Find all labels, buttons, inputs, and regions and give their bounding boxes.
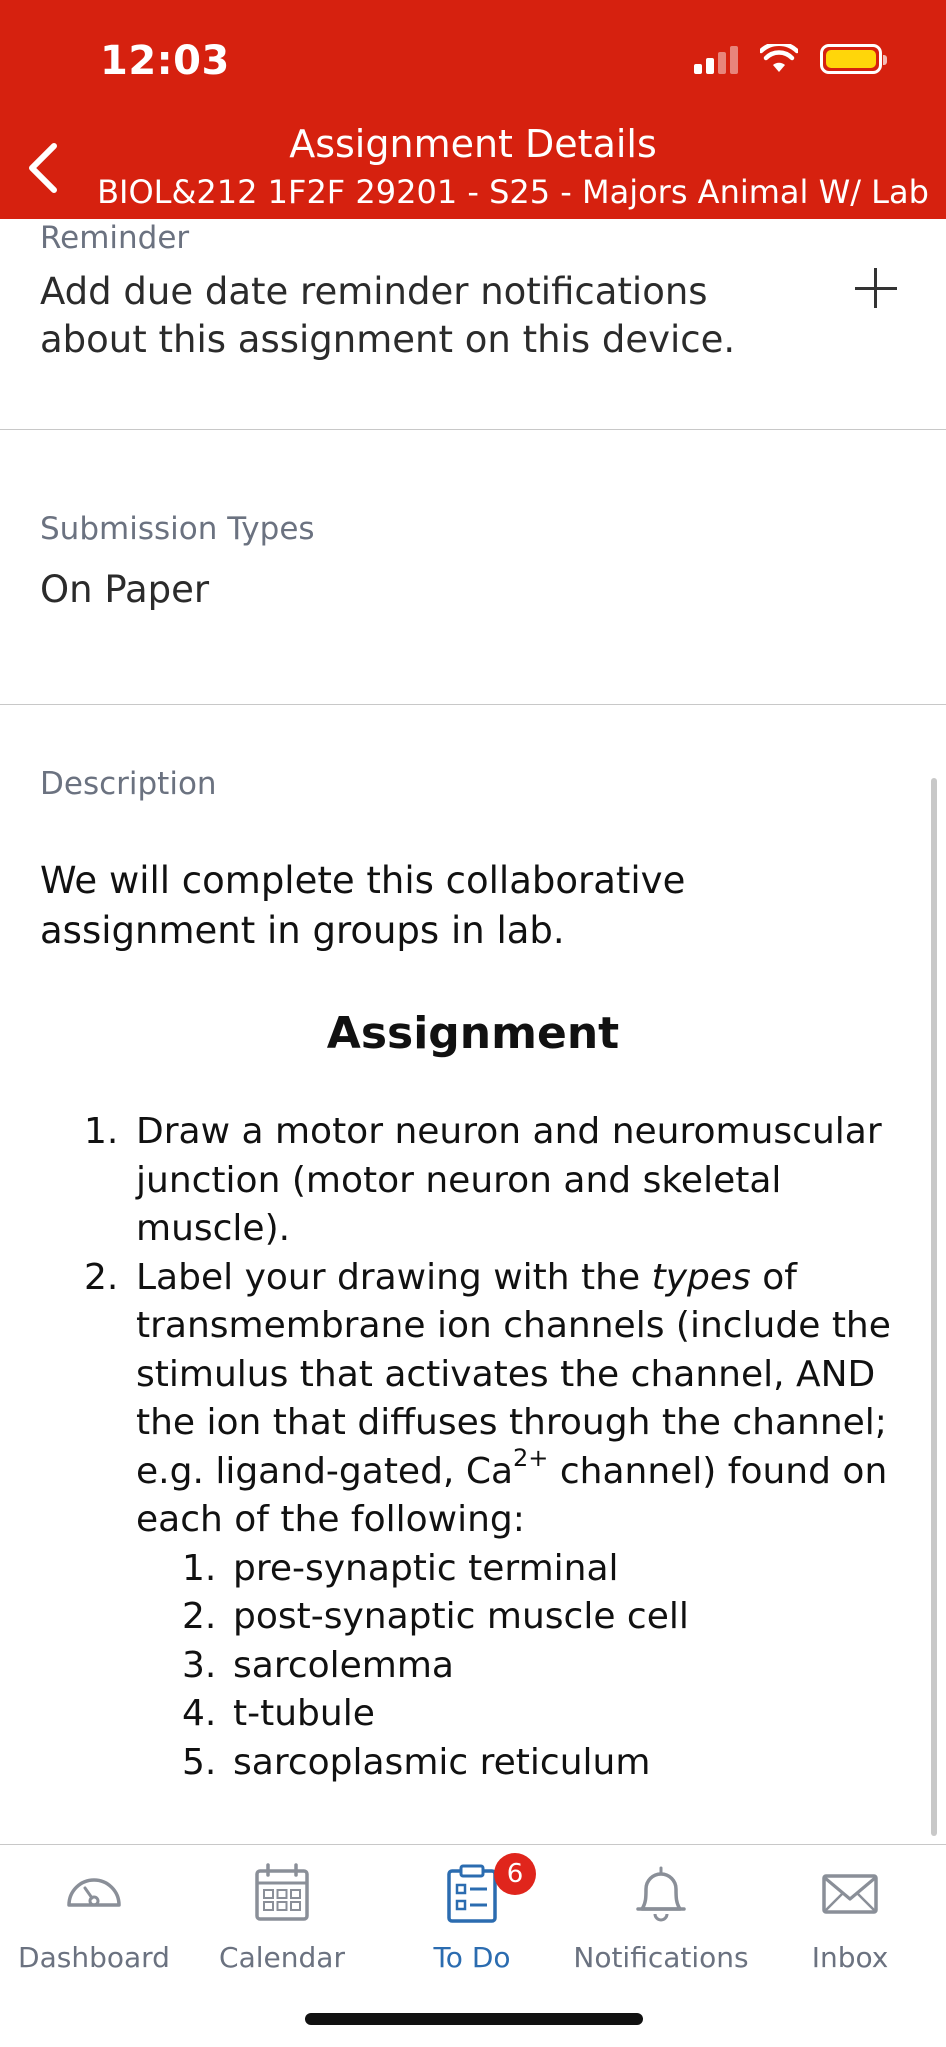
- superscript: 2+: [513, 1443, 549, 1472]
- course-subtitle: BIOL&212 1F2F 29201 - S25 - Majors Anima…: [97, 173, 929, 211]
- list-item-text: Draw a motor neuron and neuromuscular ju…: [136, 1111, 882, 1249]
- list-item-text: Label your drawing with the: [136, 1256, 652, 1298]
- sub-list-text: pre-synaptic terminal: [233, 1547, 619, 1589]
- calendar-icon: [255, 1863, 309, 1921]
- sub-list-text: t-tubule: [233, 1693, 375, 1734]
- assignment-heading: Assignment: [326, 1008, 620, 1059]
- sub-list-item: 2. post-synaptic muscle cell: [0, 1593, 946, 1642]
- dashboard-icon: [67, 1878, 121, 1907]
- mail-icon: [822, 1874, 878, 1914]
- list-item-number: 1.: [84, 1111, 119, 1152]
- app-header: 12:03 Assignment Details BIOL&212 1F2F 2…: [0, 0, 946, 219]
- sub-list-item: 3. sarcolemma: [0, 1642, 946, 1691]
- sub-list-number: 3.: [182, 1644, 217, 1686]
- tab-notifications[interactable]: Notifications: [568, 1845, 754, 1975]
- tab-label: Calendar: [219, 1941, 345, 1974]
- sub-list-item: 1. pre-synaptic terminal: [0, 1545, 946, 1594]
- tab-label: Notifications: [573, 1941, 749, 1974]
- todo-count-badge: 6: [494, 1853, 536, 1895]
- reminder-label: Reminder: [40, 220, 190, 256]
- reminder-text: Add due date reminder notifications abou…: [40, 270, 736, 361]
- tab-dashboard[interactable]: Dashboard: [14, 1845, 174, 1975]
- submission-types-label: Submission Types: [40, 511, 315, 547]
- divider: [0, 704, 946, 705]
- list-item: 2. Label your drawing with the types of …: [0, 1254, 946, 1545]
- sub-list-number: 1.: [182, 1547, 217, 1589]
- tab-inbox[interactable]: Inbox: [800, 1845, 900, 1975]
- sub-list-number: 2.: [182, 1596, 217, 1637]
- tab-label: Dashboard: [18, 1941, 170, 1974]
- submission-types-value: On Paper: [40, 568, 210, 611]
- description-intro: We will complete this collaborative assi…: [40, 859, 686, 952]
- list-item-emphasis: types: [651, 1256, 751, 1298]
- assignment-list: 1. Draw a motor neuron and neuromuscular…: [0, 1108, 946, 1787]
- tab-label: Inbox: [811, 1941, 889, 1974]
- page-title: Assignment Details: [289, 122, 657, 166]
- sub-list-item: 4. t-tubule: [0, 1690, 946, 1739]
- status-icons: [694, 44, 887, 74]
- list-item-number: 2.: [84, 1256, 119, 1298]
- status-time: 12:03: [100, 38, 230, 84]
- list-item: 1. Draw a motor neuron and neuromuscular…: [0, 1108, 946, 1254]
- bell-icon: [636, 1866, 686, 1922]
- battery-icon: [820, 44, 887, 74]
- tab-label: To Do: [433, 1941, 511, 1974]
- sub-list-text: sarcoplasmic reticulum: [233, 1741, 651, 1783]
- add-reminder-plus-icon[interactable]: [853, 266, 899, 312]
- scrollbar[interactable]: [931, 778, 937, 1836]
- wifi-icon: [760, 44, 798, 72]
- description-label: Description: [40, 766, 217, 802]
- sub-list-number: 4.: [182, 1693, 217, 1734]
- sub-list-text: post-synaptic muscle cell: [233, 1596, 689, 1637]
- sub-list-text: sarcolemma: [233, 1644, 454, 1686]
- sub-list-item: 5. sarcoplasmic reticulum: [0, 1739, 946, 1788]
- sub-list-number: 5.: [182, 1741, 217, 1783]
- tab-calendar[interactable]: Calendar: [212, 1845, 352, 1975]
- divider: [0, 429, 946, 430]
- cellular-signal-icon: [694, 44, 738, 74]
- home-indicator[interactable]: [305, 2013, 643, 2025]
